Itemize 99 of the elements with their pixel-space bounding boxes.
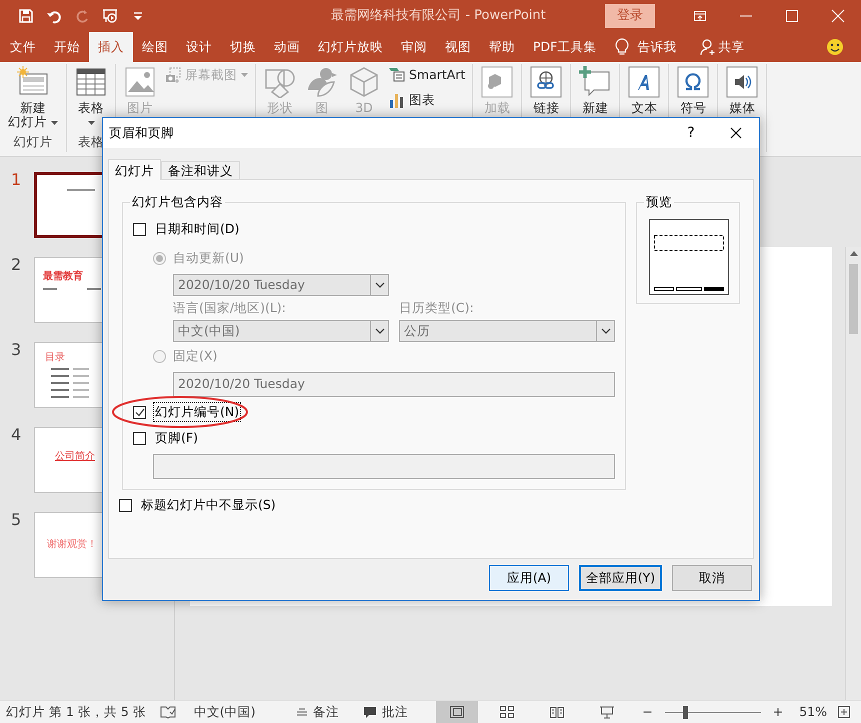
screenshot-icon bbox=[165, 67, 181, 84]
book-icon[interactable] bbox=[549, 705, 566, 719]
ribbon-tab[interactable]: 帮助 bbox=[480, 32, 524, 62]
chevron-down-icon bbox=[374, 328, 384, 334]
checkbox[interactable] bbox=[133, 432, 146, 444]
slide-title: 谢谢观赏！ bbox=[47, 540, 97, 550]
ribbon-button[interactable]: 符号 bbox=[674, 64, 712, 116]
zoom-level[interactable]: 51% bbox=[799, 702, 827, 722]
ribbon-tab[interactable]: 切换 bbox=[221, 32, 265, 62]
person-icon bbox=[700, 38, 716, 56]
notes-button[interactable]: 备注 bbox=[290, 700, 346, 723]
cube-icon bbox=[348, 66, 380, 98]
chevron-down-icon bbox=[374, 282, 384, 288]
slide-counter: 幻灯片 第 1 张，共 5 张 bbox=[5, 702, 147, 721]
checkbox[interactable] bbox=[133, 406, 146, 418]
scroll-thumb[interactable] bbox=[849, 264, 858, 334]
slide-title: 最需教育 bbox=[43, 272, 83, 282]
fit-to-window-icon[interactable] bbox=[837, 705, 851, 719]
picture-icon bbox=[124, 66, 156, 98]
share-button[interactable]: 共享 bbox=[694, 32, 750, 62]
sign-in-button[interactable]: 登录 bbox=[605, 4, 655, 28]
ribbon-button[interactable]: 文本 bbox=[625, 64, 664, 116]
checkbox-label[interactable]: 幻灯片编号(N) bbox=[153, 402, 242, 422]
scroll-up-icon[interactable] bbox=[850, 251, 858, 256]
ribbon-tab[interactable]: 动画 bbox=[265, 32, 309, 62]
smartart-icon bbox=[389, 67, 405, 84]
field-label: 日历类型(C): bbox=[399, 300, 474, 316]
ribbon-tab[interactable]: 插入 bbox=[89, 32, 133, 62]
tell-me-button[interactable]: 告诉我 bbox=[609, 32, 682, 62]
slide-sorter-icon[interactable] bbox=[499, 705, 516, 719]
group-label: 表格 bbox=[77, 133, 105, 152]
ribbon-button[interactable]: 图表 bbox=[387, 88, 468, 112]
save-icon[interactable] bbox=[18, 8, 34, 24]
close-icon[interactable] bbox=[730, 127, 742, 139]
ribbon-button[interactable]: 新建 幻灯片 bbox=[5, 64, 61, 130]
checkmark-icon bbox=[134, 408, 144, 416]
dialog-tab[interactable]: 幻灯片 bbox=[108, 159, 161, 180]
ribbon-tab[interactable]: PDF工具集 bbox=[524, 32, 606, 62]
zoom-in-button[interactable]: + bbox=[766, 700, 790, 723]
presentation-icon[interactable] bbox=[599, 705, 616, 719]
dialog-button[interactable]: 应用(A) bbox=[489, 565, 569, 591]
spellcheck-icon[interactable] bbox=[160, 705, 176, 719]
checkbox[interactable] bbox=[133, 222, 146, 236]
comments-button[interactable]: 批注 bbox=[357, 700, 414, 723]
scrollbar[interactable] bbox=[845, 247, 861, 700]
field-label: 语言(国家/地区)(L): bbox=[173, 300, 287, 316]
checkbox-label[interactable]: 页脚(F) bbox=[153, 428, 200, 448]
slide-title: 公司简介 bbox=[55, 452, 95, 462]
normal-view-icon[interactable] bbox=[449, 705, 466, 719]
omega-icon bbox=[677, 66, 710, 98]
ribbon-tab[interactable]: 开始 bbox=[45, 32, 89, 62]
ribbon-button[interactable]: 新建 bbox=[576, 64, 614, 116]
dialog-button[interactable]: 全部应用(Y) bbox=[579, 565, 662, 591]
zoom-out-button[interactable]: − bbox=[636, 700, 659, 723]
slide-number: 5 bbox=[10, 512, 22, 531]
ribbon-tab[interactable]: 幻灯片放映 bbox=[309, 32, 392, 62]
ribbon-tab[interactable]: 设计 bbox=[177, 32, 221, 62]
table-icon bbox=[75, 66, 107, 98]
ribbon-tab[interactable]: 文件 bbox=[1, 32, 45, 62]
comment-icon bbox=[363, 706, 378, 718]
help-button[interactable]: ? bbox=[669, 118, 713, 148]
comment-icon bbox=[579, 66, 612, 98]
group-title: 预览 bbox=[644, 194, 674, 210]
ribbon-tab[interactable]: 绘图 bbox=[133, 32, 177, 62]
ribbon-button[interactable]: SmartArt bbox=[387, 64, 468, 87]
dialog-tab[interactable]: 备注和讲义 bbox=[161, 161, 240, 179]
slide-number: 4 bbox=[10, 427, 22, 446]
text-box-icon bbox=[628, 66, 660, 98]
smiley-icon[interactable] bbox=[826, 38, 844, 56]
leaf-icon bbox=[306, 66, 338, 98]
ribbon-button[interactable]: 链接 bbox=[527, 64, 566, 116]
ribbon-tab[interactable]: 视图 bbox=[436, 32, 480, 62]
checkbox[interactable] bbox=[119, 498, 132, 512]
ribbon-display-icon[interactable] bbox=[693, 9, 707, 23]
bar-chart-icon bbox=[389, 92, 405, 108]
presenter-icon[interactable] bbox=[102, 8, 118, 24]
maximize-icon[interactable] bbox=[785, 9, 799, 23]
slide-number: 1 bbox=[10, 172, 22, 191]
slide-title: 目录 bbox=[45, 353, 65, 363]
chevron-down-icon bbox=[600, 328, 610, 334]
slide-number: 3 bbox=[10, 342, 22, 361]
dialog-button[interactable]: 取消 bbox=[672, 565, 752, 591]
slide-text-drawing bbox=[51, 368, 91, 400]
ribbon-button[interactable]: 表格 bbox=[72, 64, 110, 126]
checkbox-label[interactable]: 日期和时间(D) bbox=[153, 218, 242, 240]
lightbulb-icon bbox=[615, 38, 630, 56]
speaker-icon bbox=[726, 66, 758, 98]
notes-icon bbox=[296, 706, 308, 718]
slider-thumb[interactable] bbox=[682, 706, 688, 718]
dialog-title: 页眉和页脚 bbox=[109, 124, 175, 142]
language-indicator[interactable]: 中文(中国) bbox=[194, 702, 256, 722]
group-label: 幻灯片 bbox=[12, 133, 54, 152]
window-title: 最需网络科技有限公司 - PowerPoint bbox=[330, 7, 547, 26]
slide-number: 2 bbox=[10, 257, 22, 276]
text-field[interactable] bbox=[153, 454, 615, 479]
group-title: 幻灯片包含内容 bbox=[130, 194, 225, 210]
add-in-icon bbox=[481, 66, 514, 98]
link-icon bbox=[530, 66, 562, 98]
ribbon-tab[interactable]: 审阅 bbox=[392, 32, 436, 62]
